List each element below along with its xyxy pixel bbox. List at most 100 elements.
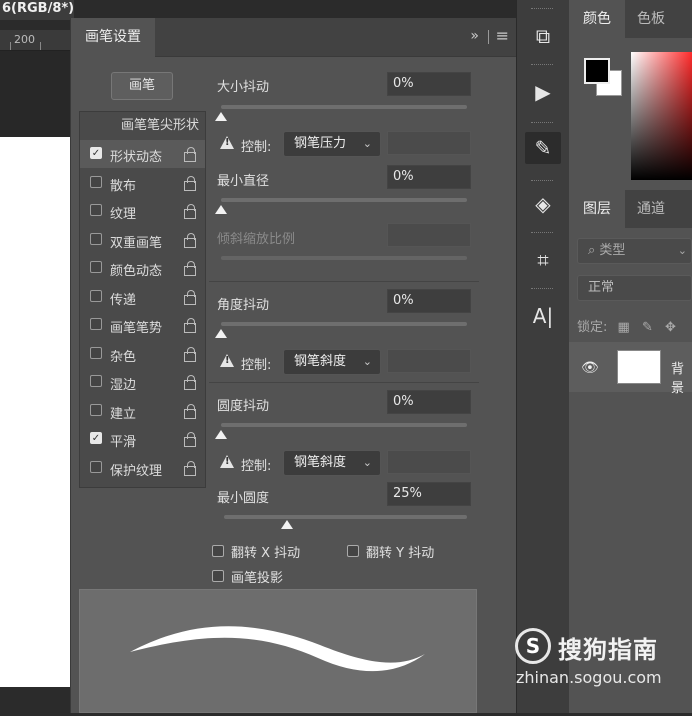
option-checkbox[interactable]: ✓: [90, 432, 102, 444]
layer-name[interactable]: 背景: [671, 358, 692, 396]
lock-paint-icon[interactable]: ✎: [642, 320, 653, 335]
panel-grip[interactable]: [531, 122, 553, 125]
roundness-jitter-slider-thumb[interactable]: [215, 430, 227, 439]
panel-icon-strip: ⧉ ▶ ✎ ◈ ⌗ A|: [516, 0, 570, 713]
panel-grip[interactable]: [531, 232, 553, 235]
foreground-color-swatch[interactable]: [584, 58, 610, 84]
lock-icon[interactable]: [184, 204, 196, 219]
size-control-dropdown[interactable]: 钢笔压力 ⌄: [283, 131, 381, 157]
brush-projection-checkbox[interactable]: [212, 570, 224, 582]
lock-icon[interactable]: [184, 232, 196, 248]
option-checkbox[interactable]: [90, 318, 102, 330]
brush-option-item[interactable]: 传递: [80, 283, 205, 311]
sogou-logo-icon: S: [515, 628, 551, 664]
panel-grip[interactable]: [531, 64, 553, 67]
puzzle-icon[interactable]: ⧉: [525, 20, 561, 52]
flip-y-checkbox[interactable]: [347, 545, 359, 557]
roundness-jitter-slider[interactable]: [221, 423, 467, 427]
min-diameter-slider[interactable]: [221, 198, 467, 202]
angle-control-dropdown[interactable]: 钢笔斜度 ⌄: [283, 349, 381, 375]
lock-icon[interactable]: [184, 403, 196, 419]
brush-option-item[interactable]: 颜色动态: [80, 254, 205, 282]
play-icon[interactable]: ▶: [525, 76, 561, 108]
cube-icon[interactable]: ◈: [525, 188, 561, 220]
tab-color[interactable]: 颜色: [569, 0, 625, 38]
brush-option-item[interactable]: 散布: [80, 169, 205, 197]
blend-mode-dropdown[interactable]: 正常: [577, 275, 692, 301]
lock-icon[interactable]: [184, 460, 196, 476]
brush-option-item[interactable]: ✓ 平滑: [80, 425, 205, 453]
tab-layers[interactable]: 图层: [569, 190, 625, 228]
angle-jitter-slider[interactable]: [221, 322, 467, 326]
min-diameter-label: 最小直径: [217, 174, 270, 189]
lock-icon[interactable]: [184, 346, 196, 362]
min-roundness-slider-thumb[interactable]: [281, 520, 294, 529]
panel-grip[interactable]: [531, 180, 553, 183]
brush-option-item[interactable]: 杂色: [80, 340, 205, 368]
layer-panel-tabs: 图层 通道: [569, 190, 692, 228]
roundness-control-dropdown[interactable]: 钢笔斜度 ⌄: [283, 450, 381, 476]
visibility-eye-icon[interactable]: 👁: [581, 360, 599, 376]
min-diameter-slider-thumb[interactable]: [215, 205, 227, 214]
crop-icon[interactable]: ⌗: [525, 244, 561, 276]
lock-icon[interactable]: [184, 432, 196, 447]
option-checkbox[interactable]: [90, 232, 102, 245]
angle-jitter-input[interactable]: 0%: [387, 289, 471, 313]
brush-option-item[interactable]: 建立: [80, 397, 205, 425]
brush-tip-shape-item[interactable]: 画笔笔尖形状: [80, 112, 205, 140]
tab-channels[interactable]: 通道: [637, 190, 665, 228]
lock-transparent-icon[interactable]: ▦: [618, 320, 630, 335]
control-label: 控制:: [241, 459, 272, 474]
panel-grip[interactable]: [531, 8, 553, 11]
size-jitter-input[interactable]: 0%: [387, 72, 471, 96]
brush-option-item[interactable]: ✓ 形状动态: [80, 140, 205, 168]
min-roundness-input[interactable]: 25%: [387, 482, 471, 506]
color-spectrum-picker[interactable]: [631, 52, 692, 180]
flip-x-checkbox[interactable]: [212, 545, 224, 557]
tab-swatches[interactable]: 色板: [637, 0, 665, 38]
lock-icon[interactable]: [184, 147, 196, 162]
lock-icon[interactable]: [184, 318, 196, 333]
right-panels: 颜色 色板 图层 通道 ⌕ 类型 ⌄ 正常 锁定: ▦ ✎ ✥ 👁 背景: [569, 0, 692, 713]
brush-option-item[interactable]: 双重画笔: [80, 226, 205, 254]
size-jitter-slider-thumb[interactable]: [215, 112, 227, 121]
lock-icon[interactable]: [184, 375, 196, 390]
brush-option-item[interactable]: 保护纹理: [80, 454, 205, 482]
option-checkbox[interactable]: [90, 460, 102, 473]
option-checkbox[interactable]: [90, 289, 102, 302]
document-tab-title[interactable]: 6(RGB/8*): [0, 0, 74, 20]
min-diameter-input[interactable]: 0%: [387, 165, 471, 189]
min-roundness-slider[interactable]: [224, 515, 467, 519]
size-jitter-slider[interactable]: [221, 105, 467, 109]
angle-jitter-slider-thumb[interactable]: [215, 329, 227, 338]
option-checkbox[interactable]: [90, 204, 102, 216]
lock-icon[interactable]: [184, 175, 196, 191]
layer-filter-type-dropdown[interactable]: ⌕ 类型 ⌄: [577, 238, 692, 264]
brush-option-item[interactable]: 湿边: [80, 368, 205, 396]
option-label: 双重画笔: [110, 235, 163, 251]
lock-move-icon[interactable]: ✥: [665, 320, 676, 335]
ruler-tick: [40, 42, 41, 50]
option-label: 纹理: [110, 207, 137, 222]
brush-option-item[interactable]: 纹理: [80, 197, 205, 225]
brush-presets-button[interactable]: 画笔: [111, 72, 173, 100]
brush-settings-icon[interactable]: ✎: [525, 132, 561, 164]
option-checkbox[interactable]: ✓: [90, 147, 102, 159]
panel-grip[interactable]: [531, 288, 553, 291]
roundness-jitter-input[interactable]: 0%: [387, 390, 471, 414]
document-canvas[interactable]: [0, 137, 70, 687]
panel-menu-icon[interactable]: ≡: [496, 26, 509, 45]
lock-icon[interactable]: [184, 261, 196, 276]
lock-icon[interactable]: [184, 289, 196, 305]
option-checkbox[interactable]: [90, 175, 102, 188]
option-checkbox[interactable]: [90, 375, 102, 387]
layer-row[interactable]: 👁 背景: [569, 342, 692, 396]
tab-brush-settings[interactable]: 画笔设置: [71, 18, 155, 57]
option-checkbox[interactable]: [90, 403, 102, 416]
collapse-panel-icon[interactable]: »: [470, 28, 479, 44]
option-label: 建立: [110, 406, 137, 422]
option-checkbox[interactable]: [90, 261, 102, 273]
option-checkbox[interactable]: [90, 346, 102, 359]
brush-option-item[interactable]: 画笔笔势: [80, 311, 205, 339]
character-text-icon[interactable]: A|: [525, 300, 561, 332]
